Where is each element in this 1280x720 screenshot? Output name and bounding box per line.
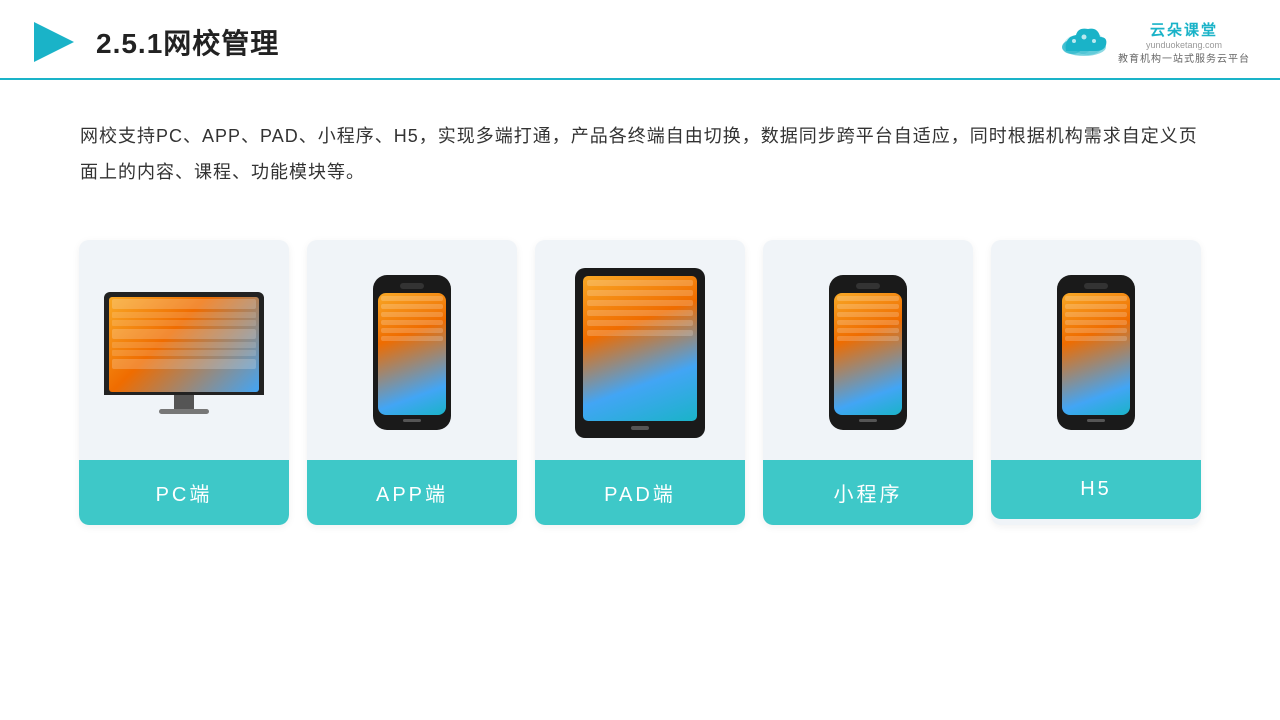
card-pc-image bbox=[79, 240, 289, 460]
header-left: 2.5.1网校管理 bbox=[30, 18, 279, 66]
logo-name: 云朵课堂 bbox=[1150, 19, 1218, 40]
card-miniprogram: 小程序 bbox=[763, 240, 973, 525]
card-miniprogram-image bbox=[763, 240, 973, 460]
logo-text: 云朵课堂 yunduoketang.com 教育机构一站式服务云平台 bbox=[1118, 19, 1250, 65]
card-miniprogram-label: 小程序 bbox=[763, 460, 973, 525]
pc-device-mockup bbox=[99, 292, 269, 414]
card-app-label: APP端 bbox=[307, 460, 517, 525]
card-app-image bbox=[307, 240, 517, 460]
card-h5-label: H5 bbox=[991, 460, 1201, 519]
tablet-device-mockup bbox=[575, 268, 705, 438]
card-pad-image bbox=[535, 240, 745, 460]
logo-area: 云朵课堂 yunduoketang.com 教育机构一站式服务云平台 bbox=[1058, 19, 1250, 65]
card-pad: PAD端 bbox=[535, 240, 745, 525]
card-h5: H5 bbox=[991, 240, 1201, 525]
logo-url: yunduoketang.com bbox=[1146, 40, 1222, 50]
page-header: 2.5.1网校管理 云朵课堂 yunduoketang.com 教育机构一站式服… bbox=[0, 0, 1280, 80]
platform-cards-container: PC端 APP端 bbox=[0, 210, 1280, 545]
card-app: APP端 bbox=[307, 240, 517, 525]
card-pc: PC端 bbox=[79, 240, 289, 525]
phone-device-mockup-app bbox=[372, 275, 452, 430]
card-pad-label: PAD端 bbox=[535, 460, 745, 525]
phone-device-mockup-mini bbox=[828, 275, 908, 430]
description-text: 网校支持PC、APP、PAD、小程序、H5，实现多端打通，产品各终端自由切换，数… bbox=[0, 80, 1280, 210]
card-h5-image bbox=[991, 240, 1201, 460]
cloud-logo-icon bbox=[1058, 23, 1110, 59]
logo-tagline: 教育机构一站式服务云平台 bbox=[1118, 50, 1250, 65]
page-title: 2.5.1网校管理 bbox=[96, 22, 279, 62]
phone-device-mockup-h5 bbox=[1056, 275, 1136, 430]
play-icon bbox=[30, 18, 78, 66]
card-pc-label: PC端 bbox=[79, 460, 289, 525]
